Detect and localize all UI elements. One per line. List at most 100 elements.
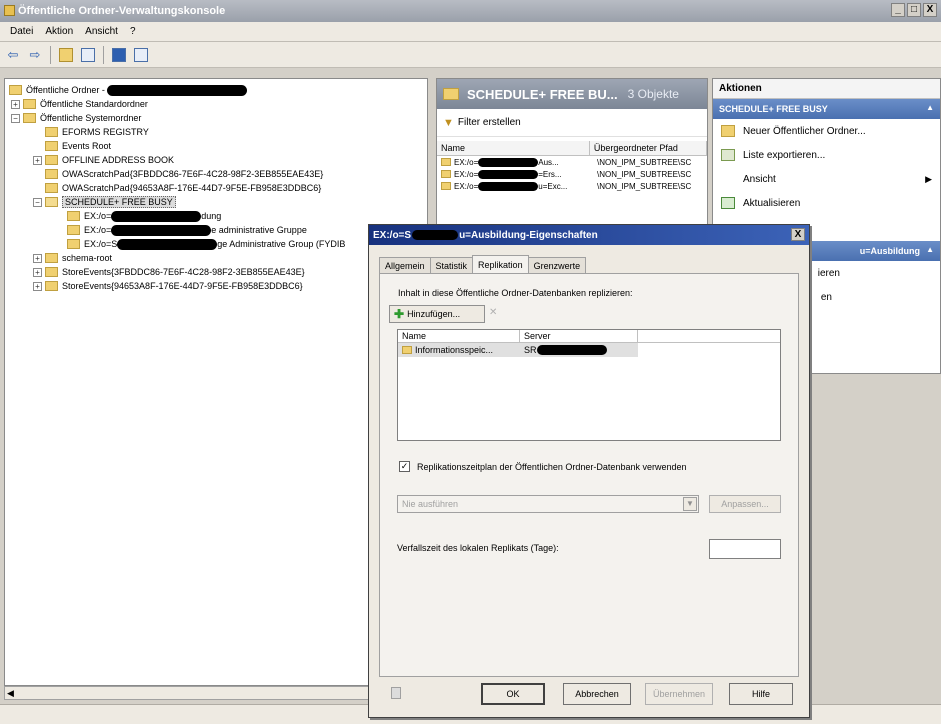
result-pane-header: SCHEDULE+ FREE BU... 3 Objekte [437,79,707,109]
tab-allgemein[interactable]: Allgemein [379,257,431,273]
tree-item-eforms[interactable]: EFORMS REGISTRY [45,125,149,139]
help-button[interactable]: Hilfe [729,683,793,705]
add-button[interactable]: ✚ Hinzufügen... [389,305,485,323]
dialog-close-button[interactable]: X [791,228,805,241]
help-icon[interactable] [391,687,401,699]
ok-button[interactable]: OK [481,683,545,705]
tree-item-events-root[interactable]: Events Root [45,139,111,153]
menu-bar: Datei Aktion Ansicht ? [0,22,941,42]
actions-section-schedule[interactable]: SCHEDULE+ FREE BUSY ▲ [713,99,940,119]
tree-item-root[interactable]: Öffentliche Ordner - [9,83,247,97]
horizontal-scrollbar[interactable]: ◀ [4,686,428,700]
tree-item-offline-ab[interactable]: + OFFLINE ADDRESS BOOK [33,153,174,167]
back-arrow-icon[interactable]: ⇦ [4,46,22,64]
folder-icon [45,127,58,137]
adjust-button[interactable]: Anpassen... [709,495,781,513]
expand-icon[interactable]: + [33,267,42,277]
action-view[interactable]: Ansicht ▶ [713,167,940,191]
chevron-down-icon[interactable]: ▼ [683,497,697,511]
tree-item-standard[interactable]: + Öffentliche Standardordner [11,97,148,111]
tree-item-ex3[interactable]: EX:/o=S ge Administrative Group (FYDIB [67,237,345,251]
folder-icon [45,169,58,179]
row-name: EX:/o= [454,157,479,167]
tree-label: schema-root [62,253,113,263]
up-folder-icon[interactable] [57,46,75,64]
export-icon [721,149,735,161]
maximize-button[interactable]: □ [907,3,921,17]
tree-item-ex1[interactable]: EX:/o= dung [67,209,221,223]
row-path: \NON_IPM_SUBTREE\SC [597,181,692,191]
add-icon: ✚ [394,307,405,321]
list-item[interactable]: EX:/o= =Ers... \NON_IPM_SUBTREE\SC [437,168,707,180]
action-new-public-folder[interactable]: Neuer Öffentlicher Ordner... [713,119,940,143]
action-refresh[interactable]: Aktualisieren [713,191,940,215]
column-header-name[interactable]: Name [398,330,520,342]
expand-icon[interactable]: + [11,99,20,109]
column-header-name[interactable]: Name [437,141,590,155]
folder-icon [443,88,459,100]
tree-item-ex2[interactable]: EX:/o= e administrative Gruppe [67,223,307,237]
tree-label: Öffentliche Ordner - [26,85,105,95]
collapse-icon[interactable]: − [11,113,20,123]
folder-icon [45,155,58,165]
help-icon[interactable] [110,46,128,64]
list-item[interactable]: EX:/o= Aus... \NON_IPM_SUBTREE\SC [437,156,707,168]
menu-datei[interactable]: Datei [4,26,39,37]
tab-grenzwerte[interactable]: Grenzwerte [527,257,587,273]
tab-replikation[interactable]: Replikation [472,255,529,273]
collapse-icon[interactable]: ▲ [926,103,934,112]
column-header-server[interactable]: Server [520,330,638,342]
section-label: u=Ausbildung [859,246,920,256]
list-item[interactable]: EX:/o= u=Exc... \NON_IPM_SUBTREE\SC [437,180,707,192]
tree-item-owa1[interactable]: OWAScratchPad{3FBDDC86-7E6F-4C28-98F2-3E… [45,167,323,181]
redacted-text [117,238,218,250]
folder-icon [67,211,80,221]
apply-button[interactable]: Übernehmen [645,683,713,705]
tree-item-system[interactable]: − Öffentliche Systemordner [11,111,141,125]
scroll-left-icon[interactable]: ◀ [7,688,14,699]
close-button[interactable]: X [923,3,937,17]
forward-arrow-icon[interactable]: ⇨ [26,46,44,64]
dialog-title: EX:/o=S [373,229,412,241]
tree-label: EX:/o= [84,211,112,221]
filter-row[interactable]: ▼ Filter erstellen [437,109,707,137]
folder-icon [23,99,36,109]
folder-icon [441,158,451,166]
tree-item-store2[interactable]: + StoreEvents{94653A8F-176E-44D7-9F5E-FB… [33,279,303,293]
collapse-icon[interactable]: ▲ [926,245,934,254]
collapse-icon[interactable]: − [33,197,42,207]
tree-label: OWAScratchPad{3FBDDC86-7E6F-4C28-98F2-3E… [62,169,324,179]
tree-item-owa2[interactable]: OWAScratchPad{94653A8F-176E-44D7-9F5E-FB… [45,181,321,195]
column-header-path[interactable]: Übergeordneter Pfad [590,141,707,155]
list-item[interactable]: Informationsspeic... SR [398,343,638,357]
show-hide-tree-icon[interactable] [79,46,97,64]
tree-item-schema-root[interactable]: + schema-root [33,251,112,265]
remove-button[interactable]: ✕ [489,307,497,318]
schedule-select[interactable]: Nie ausführen ▼ [397,495,699,513]
use-schedule-checkbox[interactable]: ✓ [399,461,410,472]
folder-icon [45,197,58,207]
schedule-value: Nie ausführen [402,499,459,509]
result-pane-title: SCHEDULE+ FREE BU... [467,86,618,102]
expand-icon[interactable]: + [33,281,42,291]
menu-help[interactable]: ? [124,26,142,37]
menu-aktion[interactable]: Aktion [39,26,79,37]
cancel-button[interactable]: Abbrechen [563,683,631,705]
replica-list[interactable]: Name Server Informationsspeic... SR [397,329,781,441]
tree-label: EX:/o=S [84,239,118,249]
tree-item-store1[interactable]: + StoreEvents{3FBDDC86-7E6F-4C28-98F2-3E… [33,265,305,279]
action-export-list[interactable]: Liste exportieren... [713,143,940,167]
retention-days-input[interactable] [709,539,781,559]
expand-icon[interactable]: + [33,253,42,263]
show-hide-action-pane-icon[interactable] [132,46,150,64]
tree-label: OWAScratchPad{94653A8F-176E-44D7-9F5E-FB… [62,183,322,193]
menu-ansicht[interactable]: Ansicht [79,26,124,37]
tree-item-schedule[interactable]: − SCHEDULE+ FREE BUSY [33,195,176,209]
minimize-button[interactable]: _ [891,3,905,17]
redacted-text [106,84,247,96]
tree-pane[interactable]: Öffentliche Ordner - + Öffentliche Stand… [4,78,428,686]
tab-statistik[interactable]: Statistik [429,257,474,273]
folder-icon [45,253,58,263]
folder-icon [45,267,58,277]
expand-icon[interactable]: + [33,155,42,165]
